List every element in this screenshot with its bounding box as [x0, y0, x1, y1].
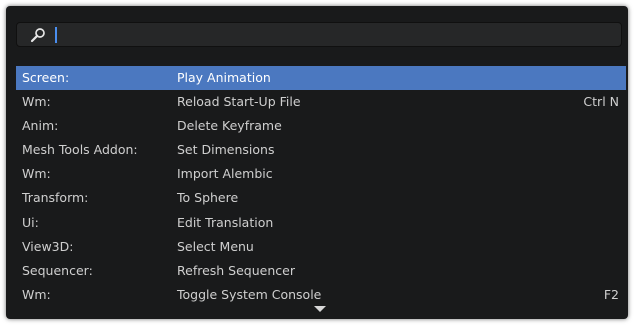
result-category: Anim: [22, 118, 59, 134]
result-operator: Reload Start-Up File [177, 94, 301, 110]
result-row[interactable]: Anim: Delete Keyframe [16, 114, 626, 138]
search-input[interactable] [55, 25, 605, 44]
scroll-down-arrow-icon[interactable] [314, 306, 326, 312]
search-icon [30, 28, 45, 43]
result-row[interactable]: Wm: Toggle System Console F2 [16, 283, 626, 307]
result-category: Transform: [22, 190, 89, 206]
text-caret [55, 27, 57, 43]
result-category: Screen: [22, 70, 70, 85]
result-operator: Play Animation [177, 70, 271, 85]
result-operator: Import Alembic [177, 166, 273, 182]
result-row[interactable]: Sequencer: Refresh Sequencer [16, 259, 626, 283]
result-category: Sequencer: [22, 262, 93, 278]
result-operator: Select Menu [177, 238, 254, 254]
result-operator: Toggle System Console [177, 286, 322, 302]
result-category: Wm: [22, 286, 51, 302]
result-row[interactable]: Wm: Import Alembic [16, 162, 626, 186]
result-shortcut: F2 [603, 286, 619, 302]
result-category: View3D: [22, 238, 74, 254]
result-operator: Refresh Sequencer [177, 262, 295, 278]
result-row[interactable]: Screen: Play Animation [16, 66, 626, 91]
result-shortcut: Ctrl N [583, 94, 619, 110]
result-operator: To Sphere [177, 190, 239, 206]
result-category: Wm: [22, 94, 51, 110]
result-row[interactable]: Wm: Reload Start-Up File Ctrl N [16, 90, 626, 114]
result-category: Mesh Tools Addon: [22, 142, 138, 158]
result-operator: Delete Keyframe [177, 118, 282, 134]
result-category: Wm: [22, 166, 51, 182]
result-row[interactable]: Transform: To Sphere [16, 186, 626, 210]
result-row[interactable]: Mesh Tools Addon: Set Dimensions [16, 138, 626, 162]
operator-search-popup: Screen: Play Animation Wm: Reload Start-… [6, 6, 628, 319]
result-row[interactable]: Ui: Edit Translation [16, 211, 626, 235]
result-operator: Edit Translation [177, 214, 274, 230]
search-results-list: Screen: Play Animation Wm: Reload Start-… [16, 66, 626, 307]
search-field[interactable] [16, 22, 622, 47]
result-operator: Set Dimensions [177, 142, 275, 158]
result-category: Ui: [22, 214, 39, 230]
result-row[interactable]: View3D: Select Menu [16, 235, 626, 259]
